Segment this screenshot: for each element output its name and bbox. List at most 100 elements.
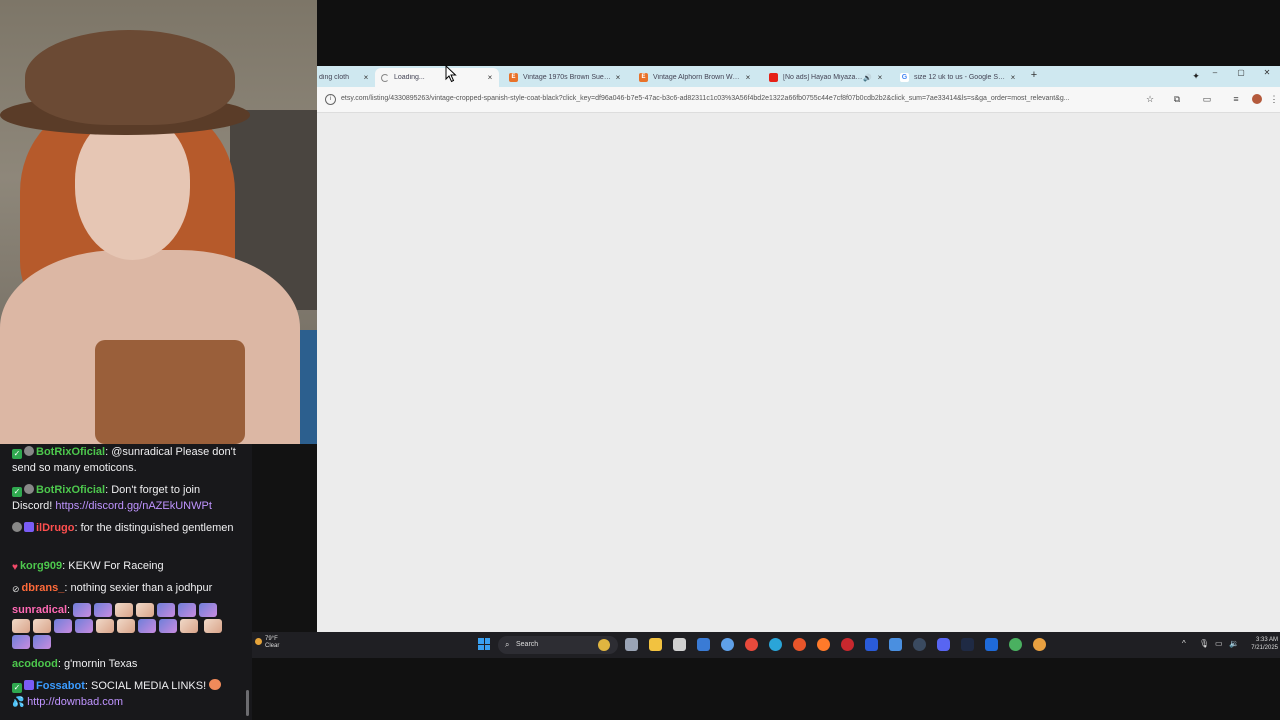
maximize-button[interactable]: ▢ [1228, 68, 1254, 77]
emote-icon [96, 619, 114, 634]
opera-icon[interactable] [841, 638, 854, 651]
new-tab-button[interactable]: + [1027, 69, 1041, 81]
chat-text: : for the distinguished gentlemen [74, 522, 234, 534]
webcam-face [75, 115, 190, 260]
extensions-icon[interactable]: ⧉ [1170, 92, 1184, 106]
emote-icon [204, 619, 223, 634]
windows-taskbar: 79°F Clear ⌕ Search ^ 🎙 ▭ 🔉 3:33 AM 7/21… [252, 632, 1280, 658]
bot-badge-icon [12, 522, 22, 532]
menu-kebab-icon[interactable]: ⋮ [1267, 92, 1280, 106]
tab-3[interactable]: E Vintage Alphorn Brown Wool T × [633, 68, 757, 87]
speaker-icon[interactable]: 🔊 [863, 74, 872, 82]
tab-close-icon[interactable]: × [361, 73, 371, 82]
copilot-icon[interactable] [721, 638, 734, 651]
browser-window: ding cloth × Loading... × E Vintage 1970… [317, 66, 1280, 632]
taskbar-clock[interactable]: 3:33 AM 7/21/2025 [1244, 636, 1278, 652]
store-icon[interactable] [697, 638, 710, 651]
tab-close-icon[interactable]: × [875, 73, 885, 82]
profile-avatar[interactable] [1252, 94, 1262, 104]
weather-moon-icon [255, 638, 262, 645]
sparkle-icon[interactable]: ✦ [1189, 69, 1203, 83]
page-content-loading [317, 113, 1280, 632]
address-bar[interactable]: etsy.com/listing/4330895263/vintage-crop… [341, 92, 1141, 106]
chat-username[interactable]: ilDrugo [36, 522, 75, 534]
brave-icon[interactable] [793, 638, 806, 651]
verified-check-icon: ✓ [12, 683, 22, 693]
bottom-black-band [252, 658, 1280, 720]
chat-message: ♥ korg909: KEKW For Raceing [12, 558, 240, 574]
tab-4[interactable]: [No ads] Hayao Miyazaki A 🔊 × [763, 68, 889, 87]
tab-title: size 12 uk to us - Google Searc [914, 74, 1008, 81]
google-icon: G [900, 73, 909, 82]
tab-5[interactable]: G size 12 uk to us - Google Searc × [894, 68, 1022, 87]
chat-link[interactable]: http://downbad.com [27, 696, 123, 708]
chat-username[interactable]: korg909 [20, 560, 62, 572]
bookmark-star-icon[interactable]: ☆ [1143, 92, 1157, 106]
chat-panel: ✓ BotRixOficial: @sunradical Please don't… [0, 444, 252, 720]
chat-username[interactable]: Fossabot [36, 680, 85, 692]
chat-text: : [67, 604, 71, 616]
check-app-icon[interactable] [889, 638, 902, 651]
chat-username[interactable]: BotRixOficial [36, 446, 105, 458]
tray-overflow-icon[interactable]: ^ [1182, 639, 1186, 648]
emote-icon [117, 619, 135, 634]
tab-2[interactable]: E Vintage 1970s Brown Suede Co × [503, 68, 627, 87]
photoshop-icon[interactable] [961, 638, 974, 651]
discord-icon[interactable] [937, 638, 950, 651]
task-view-icon[interactable] [625, 638, 638, 651]
emote-icon [94, 603, 113, 618]
emote-icon [138, 619, 156, 634]
chat-text: : nothing sexier than a jodhpur [64, 582, 213, 594]
emote-icon [12, 635, 30, 650]
emote-icon [157, 603, 176, 618]
steam-icon[interactable] [913, 638, 926, 651]
tab-close-icon[interactable]: × [1008, 73, 1018, 82]
firefox-icon[interactable] [817, 638, 830, 651]
site-info-icon[interactable]: i [325, 94, 336, 105]
app-d-icon[interactable] [985, 638, 998, 651]
file-explorer-icon[interactable] [649, 638, 662, 651]
tab-0[interactable]: ding cloth × [317, 68, 375, 87]
terminal-icon[interactable] [673, 638, 686, 651]
emote-icon [33, 619, 51, 634]
chat-message: ⊘ dbrans_: nothing sexier than a jodhpur [12, 580, 240, 596]
chat-username[interactable]: BotRixOficial [36, 484, 105, 496]
tab-strip: ding cloth × Loading... × E Vintage 1970… [317, 66, 1280, 87]
tab-close-icon[interactable]: × [613, 73, 623, 82]
webcam-patterned-top [95, 340, 245, 444]
taskbar-search-box[interactable]: ⌕ Search [498, 636, 618, 654]
weather-widget[interactable]: 79°F Clear [255, 636, 279, 650]
chrome-active-icon[interactable] [1033, 638, 1046, 651]
tab-close-icon[interactable]: × [743, 73, 753, 82]
chat-link[interactable]: https://discord.gg/nAZEkUNWPt [55, 500, 212, 512]
tab-1-active[interactable]: Loading... × [375, 68, 499, 87]
windows-start-icon[interactable] [478, 638, 490, 650]
emote-icon [199, 603, 218, 618]
sidebar-icon[interactable]: ▭ [1200, 92, 1214, 106]
chat-username[interactable]: acodood [12, 658, 58, 670]
chrome-icon[interactable] [745, 638, 758, 651]
close-window-button[interactable]: ✕ [1254, 68, 1280, 77]
weather-temp: 79°F [265, 636, 278, 642]
chrome-profile-icon[interactable] [1009, 638, 1022, 651]
volume-icon[interactable]: 🔉 [1229, 639, 1239, 648]
network-icon[interactable]: ▭ [1215, 639, 1223, 648]
minimize-button[interactable]: – [1202, 68, 1228, 77]
weather-desc: Clear [265, 643, 280, 649]
stream-frame: ding cloth × Loading... × E Vintage 1970… [0, 0, 1280, 720]
chat-message: sunradical: [12, 602, 240, 650]
r-app-icon[interactable] [865, 638, 878, 651]
edge-icon[interactable] [769, 638, 782, 651]
media-controls-icon[interactable]: ≡ [1229, 92, 1243, 106]
chat-username[interactable]: dbrans_ [22, 582, 65, 594]
chat-scrollbar[interactable] [246, 690, 249, 716]
browser-toolbar: i etsy.com/listing/4330895263/vintage-cr… [317, 87, 1280, 113]
tab-close-icon[interactable]: × [485, 73, 495, 82]
emote-icon [159, 619, 177, 634]
chat-username[interactable]: sunradical [12, 604, 67, 616]
emote-icon [136, 603, 155, 618]
chat-message: ilDrugo: for the distinguished gentlemen [12, 520, 240, 536]
microphone-icon[interactable]: 🎙 [1199, 639, 1209, 648]
chat-text: : g'mornin Texas [57, 658, 138, 670]
emote-icon [73, 603, 92, 618]
